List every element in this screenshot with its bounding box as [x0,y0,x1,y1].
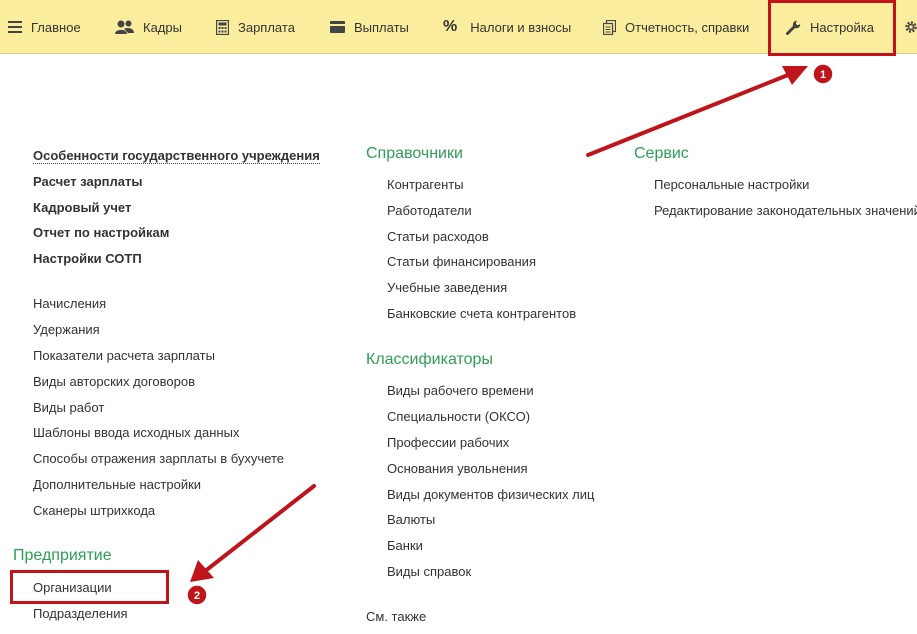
gear-icon [905,21,917,33]
section-title-service: Сервис [634,145,689,162]
link-employers[interactable]: Работодатели [387,203,472,218]
annotation-badge-1: 1 [812,63,834,85]
link-educational-institutions[interactable]: Учебные заведения [387,280,507,295]
link-financing-items[interactable]: Статьи финансирования [387,254,536,269]
link-banks[interactable]: Банки [387,538,423,553]
percent-icon: % [443,18,458,35]
nav-taxes-label: Налоги и взносы [470,19,572,35]
link-work-time-types[interactable]: Виды рабочего времени [387,383,534,398]
link-barcode-scanners[interactable]: Сканеры штрихкода [33,503,155,518]
link-counterparty-bank-accounts[interactable]: Банковские счета контрагентов [387,306,576,321]
hamburger-icon [8,21,22,33]
link-personal-settings[interactable]: Персональные настройки [654,177,809,192]
nav-main[interactable]: Главное [8,0,81,54]
link-state-institution-features[interactable]: Особенности государственного учреждения [33,148,320,164]
documents-icon [603,19,616,35]
calculator-icon [216,19,229,35]
link-expense-items[interactable]: Статьи расходов [387,229,489,244]
link-dismissal-grounds[interactable]: Основания увольнения [387,461,528,476]
link-payroll-calculation[interactable]: Расчет зарплаты [33,174,142,189]
link-deductions[interactable]: Удержания [33,322,100,337]
people-icon [115,20,134,34]
link-identity-document-types[interactable]: Виды документов физических лиц [387,487,594,502]
annotation-badge-2: 2 [186,584,208,606]
nav-hr[interactable]: Кадры [115,0,182,54]
wrench-icon [786,20,801,35]
nav-hr-label: Кадры [143,19,182,35]
nav-salary[interactable]: Зарплата [216,0,295,54]
link-certificate-types[interactable]: Виды справок [387,564,471,579]
link-organizations[interactable]: Организации [33,580,112,595]
link-accruals[interactable]: Начисления [33,296,106,311]
top-menu-bar: Главное Кадры Зарплата Выплаты % Налоги … [0,0,917,56]
nav-admin[interactable] [904,0,917,54]
section-title-enterprise: Предприятие [13,547,112,564]
nav-main-label: Главное [31,19,81,35]
link-currencies[interactable]: Валюты [387,512,435,527]
badge-1-label: 1 [820,69,826,81]
link-payroll-indicators[interactable]: Показатели расчета зарплаты [33,348,215,363]
link-counterparties[interactable]: Контрагенты [387,177,464,192]
badge-2-label: 2 [194,590,200,602]
link-hr-records[interactable]: Кадровый учет [33,200,131,215]
link-edit-legislative-values[interactable]: Редактирование законодательных значений [654,203,917,218]
nav-settings[interactable]: Настройка [786,0,874,54]
link-work-types[interactable]: Виды работ [33,400,104,415]
nav-payments[interactable]: Выплаты [330,0,409,54]
section-title-references: Справочники [366,145,463,162]
link-departments[interactable]: Подразделения [33,606,128,621]
link-payroll-accounting-methods[interactable]: Способы отражения зарплаты в бухучете [33,451,284,466]
nav-reports-label: Отчетность, справки [625,19,750,35]
link-sotp-settings[interactable]: Настройки СОТП [33,251,142,266]
link-specialties-okso[interactable]: Специальности (ОКСО) [387,409,530,424]
link-see-also[interactable]: См. также [366,609,426,624]
nav-payments-label: Выплаты [354,19,409,35]
nav-taxes[interactable]: % Налоги и взносы [443,0,571,54]
section-title-classifiers: Классификаторы [366,351,493,368]
nav-reports[interactable]: Отчетность, справки [603,0,749,54]
wallet-icon [330,21,345,33]
link-worker-professions[interactable]: Профессии рабочих [387,435,509,450]
link-input-templates[interactable]: Шаблоны ввода исходных данных [33,425,239,440]
link-author-contract-types[interactable]: Виды авторских договоров [33,374,195,389]
annotation-arrow-2 [190,484,316,582]
annotation-arrow-1 [586,66,808,157]
link-additional-settings[interactable]: Дополнительные настройки [33,477,201,492]
nav-settings-label: Настройка [810,19,874,35]
link-settings-report[interactable]: Отчет по настройкам [33,225,169,240]
nav-salary-label: Зарплата [238,19,295,35]
